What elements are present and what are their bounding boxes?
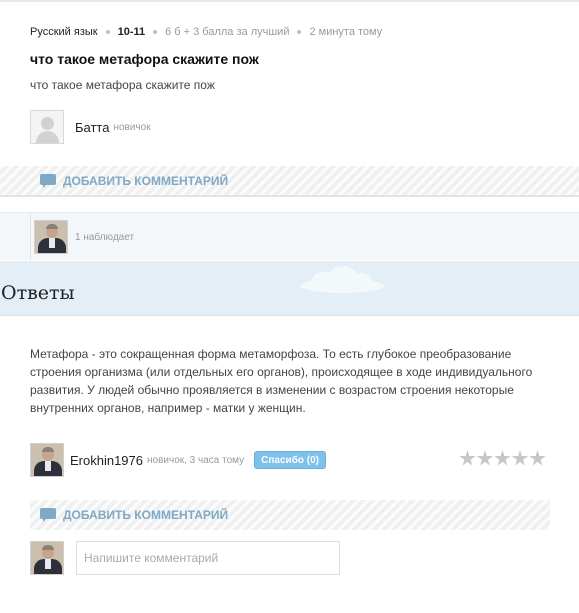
comment-bar: ДОБАВИТЬ КОММЕНТАРИЙ: [0, 166, 579, 197]
add-comment-label: ДОБАВИТЬ КОММЕНТАРИЙ: [63, 174, 229, 188]
thanks-button[interactable]: Спасибо (0): [254, 451, 326, 469]
question-text: что такое метафора скажите пож: [30, 78, 215, 92]
speech-bubble-icon: [40, 508, 56, 522]
points-label: 6 б + 3 балла за лучший: [165, 26, 290, 38]
comment-input[interactable]: [76, 541, 340, 575]
top-divider: [0, 0, 579, 2]
answers-header: Ответы: [0, 261, 579, 316]
separator-dot: [153, 30, 158, 34]
current-user-avatar: [30, 541, 64, 575]
star-icon[interactable]: [476, 450, 494, 466]
add-comment-label: ДОБАВИТЬ КОММЕНТАРИЙ: [63, 508, 229, 522]
answerer-avatar[interactable]: [30, 443, 64, 477]
comment-form: [30, 541, 340, 575]
separator-dot: [105, 30, 110, 34]
star-icon[interactable]: [529, 450, 546, 466]
watchers-count: 1 наблюдает: [75, 231, 135, 243]
watchers-panel: 1 наблюдает: [0, 212, 579, 261]
question-time: 2 минута тому: [309, 26, 383, 38]
answer-text: Метафора - это сокращенная форма метамор…: [30, 347, 533, 415]
add-comment-button[interactable]: ДОБАВИТЬ КОММЕНТАРИЙ: [40, 174, 228, 188]
answers-title: Ответы: [1, 282, 75, 304]
star-icon[interactable]: [494, 450, 511, 466]
answer-author: Erokhin1976 новичок, 3 часа тому Спасибо…: [30, 443, 326, 477]
grade-label: 10-11: [117, 26, 146, 38]
star-icon[interactable]: [459, 450, 476, 466]
default-user-avatar-icon[interactable]: [30, 110, 64, 144]
rating-stars: [459, 450, 547, 467]
author-name-link[interactable]: Батта: [75, 120, 109, 135]
speech-bubble-icon: [40, 174, 56, 188]
subject-link[interactable]: Русский язык: [30, 26, 98, 38]
answerer-name-link[interactable]: Erokhin1976: [70, 453, 143, 468]
cloud-icon: [300, 266, 384, 294]
watcher-avatar[interactable]: [34, 220, 68, 254]
add-comment-button[interactable]: ДОБАВИТЬ КОММЕНТАРИЙ: [40, 508, 228, 522]
question-author: Батта новичок: [30, 110, 151, 144]
question-title: что такое метафора скажите пож: [30, 51, 259, 67]
author-rank: новичок: [113, 121, 151, 133]
question-meta: Русский язык 10-11 6 б + 3 балла за лучш…: [30, 24, 382, 40]
answerer-rank: новичок, 3 часа тому: [147, 454, 245, 466]
star-icon[interactable]: [511, 450, 529, 466]
answer-comment-bar: ДОБАВИТЬ КОММЕНТАРИЙ: [30, 500, 550, 530]
separator-dot: [297, 30, 302, 34]
